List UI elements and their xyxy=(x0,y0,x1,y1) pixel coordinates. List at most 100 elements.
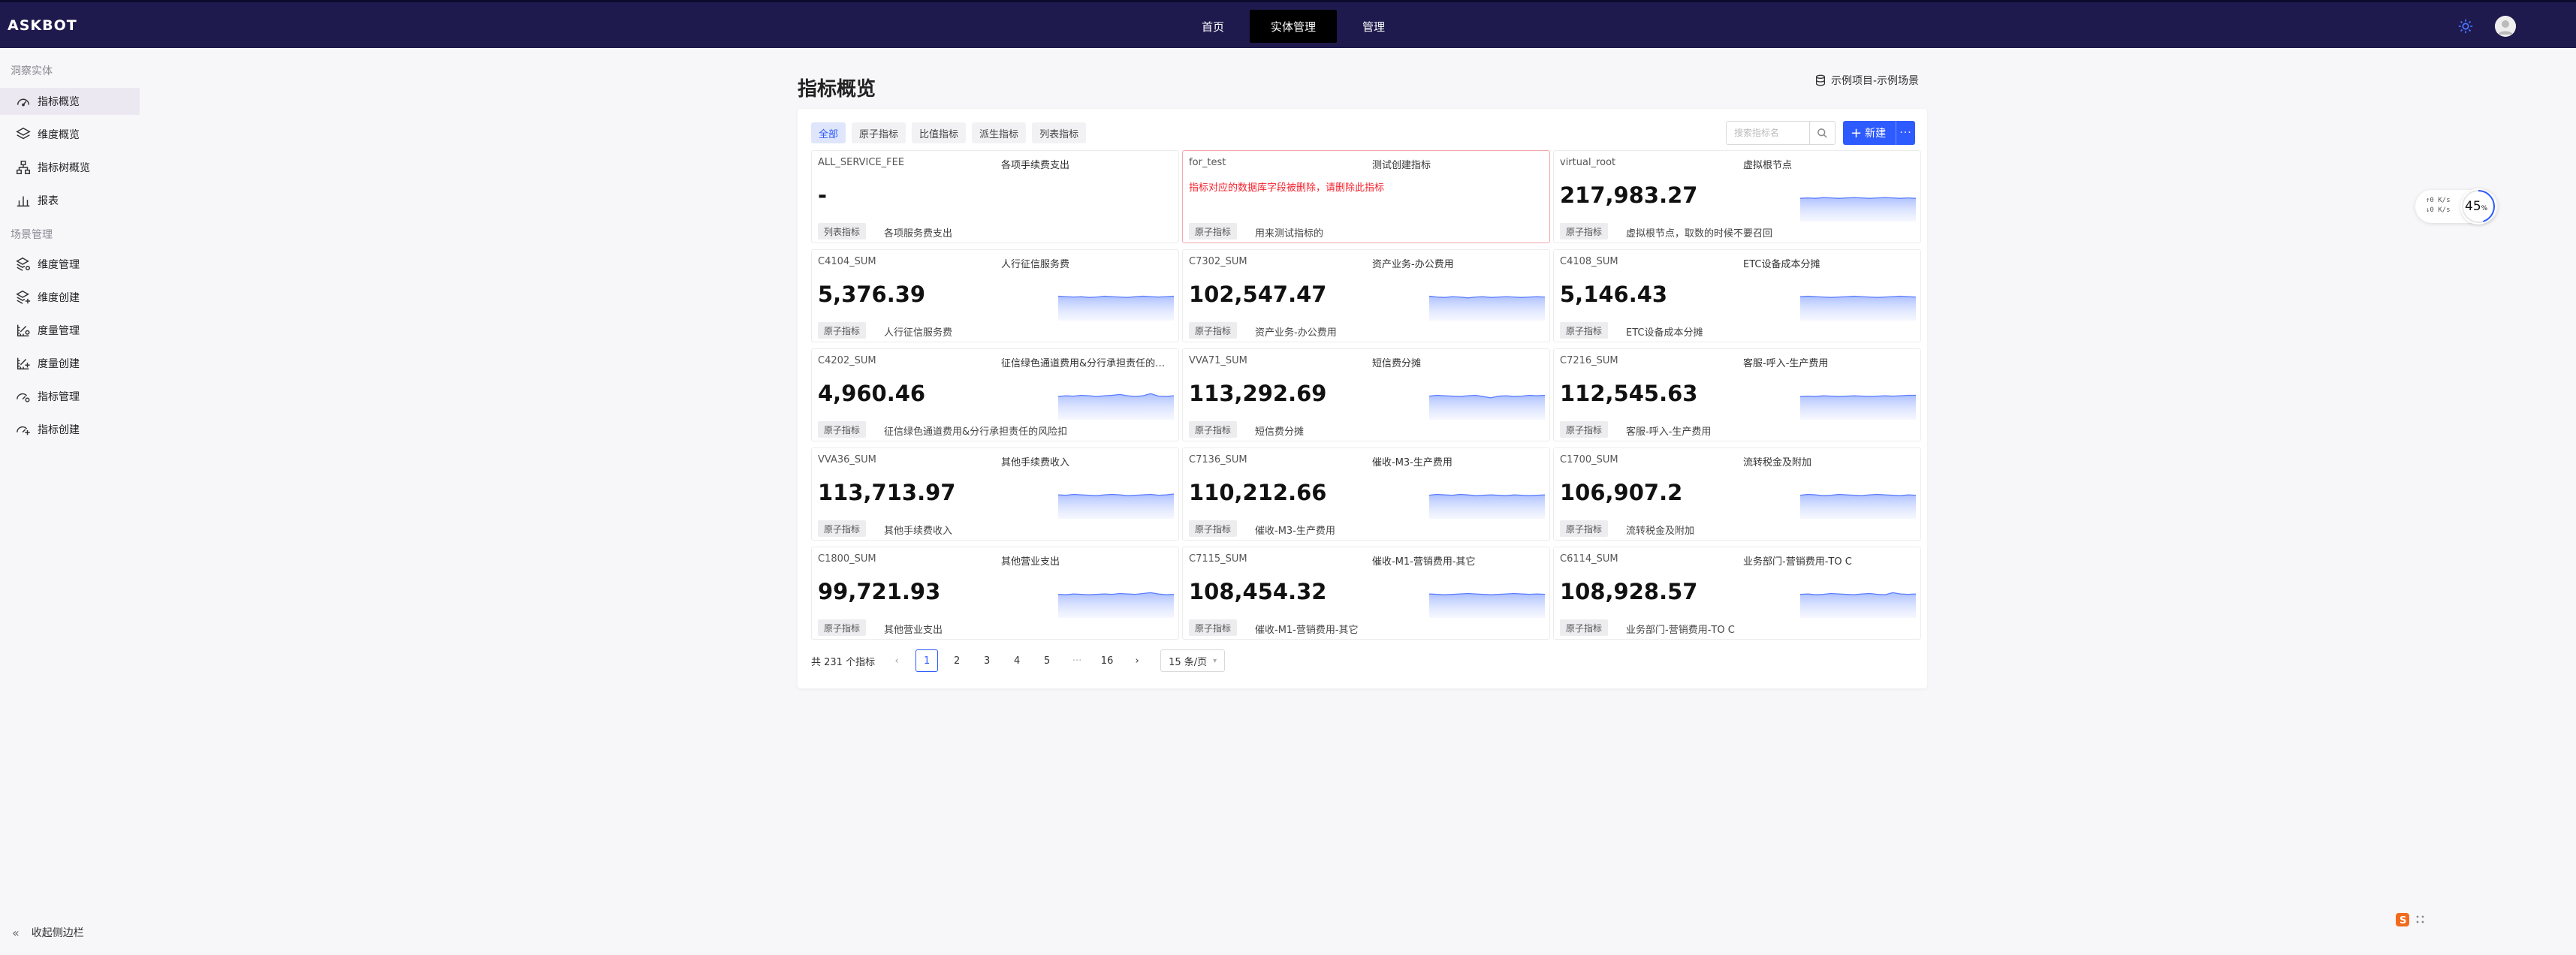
metric-card[interactable]: VVA36_SUM 其他手续费收入 113,713.97 原子指标 其他手续费收入 xyxy=(811,447,1179,541)
sidebar-item-dimension-create[interactable]: 维度创建 xyxy=(0,284,140,311)
sidebar-item-metric-overview[interactable]: 指标概览 xyxy=(0,88,140,115)
search-input[interactable] xyxy=(1727,122,1809,144)
grid-dots-icon[interactable] xyxy=(2415,914,2426,925)
metric-card[interactable]: C7136_SUM 催收-M3-生产费用 110,212.66 原子指标 催收-M3-生… xyxy=(1182,447,1550,541)
search-box xyxy=(1726,121,1835,145)
pagination-total: 共 231 个指标 xyxy=(811,656,876,668)
metric-error-message: 指标对应的数据库字段被删除，请删除此指标 xyxy=(1189,182,1385,194)
dashboard-icon xyxy=(17,98,30,107)
metric-code: C6114_SUM xyxy=(1560,553,1618,565)
metric-card[interactable]: C1700_SUM 流转税金及附加 106,907.2 原子指标 流转税金及附加 xyxy=(1553,447,1921,541)
sidebar-item-metric-create[interactable]: 指标创建 xyxy=(0,416,140,443)
sparkline-area xyxy=(1058,494,1174,519)
sidebar-item-measure-management[interactable]: 度量管理 xyxy=(0,317,140,344)
metric-card[interactable]: C7302_SUM 资产业务-办公费用 102,547.47 原子指标 资产业务-办公费… xyxy=(1182,249,1550,342)
page-1[interactable]: 1 xyxy=(915,649,939,672)
ruler-gear-icon xyxy=(17,324,30,337)
metric-name: 流转税金及附加 xyxy=(1743,457,1812,468)
sidebar-item-label: 维度概览 xyxy=(38,129,80,141)
page-ellipsis[interactable]: ··· xyxy=(1066,649,1088,672)
metric-type-tag: 原子指标 xyxy=(1560,223,1609,240)
metric-card[interactable]: C4104_SUM 人行征信服务费 5,376.39 原子指标 人行征信服务费 xyxy=(811,249,1179,342)
search-button[interactable] xyxy=(1809,122,1835,144)
database-icon xyxy=(1816,74,1825,86)
sidebar-item-metric-tree[interactable]: 指标树概览 xyxy=(0,154,140,181)
metric-name: 催收-M1-营销费用-其它 xyxy=(1372,556,1476,568)
metric-value: 113,292.69 xyxy=(1189,381,1327,406)
sidebar-item-dimension-overview[interactable]: 维度概览 xyxy=(0,121,140,148)
next-page-button[interactable]: › xyxy=(1126,649,1148,672)
metric-code: ALL_SERVICE_FEE xyxy=(818,157,905,168)
sparkline-area xyxy=(1429,395,1545,420)
pagination: 共 231 个指标 ‹ 1 2 3 4 5 ··· 16 › 15 条/页 ▾ xyxy=(811,649,1226,672)
page-3[interactable]: 3 xyxy=(976,649,998,672)
nav-entity-management[interactable]: 实体管理 xyxy=(1250,10,1338,43)
metric-name: 催收-M3-生产费用 xyxy=(1372,457,1452,468)
layers-icon xyxy=(16,127,31,140)
theme-toggle-icon[interactable] xyxy=(2457,18,2474,35)
metric-code: C4104_SUM xyxy=(818,256,876,267)
network-speed-widget[interactable]: ↑0 K/s ↓0 K/s 45% xyxy=(2415,188,2498,224)
metric-card[interactable]: C4202_SUM 征信绿色通道费用&分行承担责任的风险扣 4,960.46 原子指标… xyxy=(811,348,1179,441)
metric-sparkline xyxy=(1429,592,1545,618)
metric-description: 短信费分摊 xyxy=(1255,426,1305,438)
extension-s-icon[interactable]: S xyxy=(2396,913,2409,926)
metric-description: 其他营业支出 xyxy=(884,625,943,636)
sparkline-line xyxy=(1429,592,1545,595)
project-selector[interactable]: 示例项目-示例场景 xyxy=(1814,73,1919,88)
new-metric-button[interactable]: + 新建 ··· xyxy=(1843,121,1915,145)
metric-value: - xyxy=(818,182,828,208)
sidebar-item-dimension-management[interactable]: 维度管理 xyxy=(0,251,140,278)
metric-sparkline xyxy=(1058,493,1174,519)
page-5[interactable]: 5 xyxy=(1036,649,1058,672)
more-options-button[interactable]: ··· xyxy=(1896,121,1915,145)
metric-card[interactable]: C7115_SUM 催收-M1-营销费用-其它 108,454.32 原子指标 催收-M… xyxy=(1182,547,1550,640)
metric-card[interactable]: virtual_root 虚拟根节点 217,983.27 原子指标 虚拟根节点，取数的… xyxy=(1553,150,1921,243)
sidebar-item-measure-create[interactable]: 度量创建 xyxy=(0,350,140,377)
page-2[interactable]: 2 xyxy=(946,649,968,672)
metric-sparkline xyxy=(1800,493,1916,519)
page-size-select[interactable]: 15 条/页 ▾ xyxy=(1160,649,1226,672)
metric-type-tag: 原子指标 xyxy=(1189,421,1238,438)
double-chevron-left-icon: « xyxy=(12,925,20,940)
sidebar-item-report[interactable]: 报表 xyxy=(0,187,140,214)
metric-sparkline xyxy=(1058,393,1174,420)
metric-type-tag: 原子指标 xyxy=(1189,619,1238,636)
metric-card[interactable]: C1800_SUM 其他营业支出 99,721.93 原子指标 其他营业支出 xyxy=(811,547,1179,640)
metric-code: for_test xyxy=(1189,157,1226,168)
collapse-sidebar-button[interactable]: « 收起侧边栏 xyxy=(12,925,84,940)
tab-ratio[interactable]: 比值指标 xyxy=(912,122,967,143)
page-4[interactable]: 4 xyxy=(1006,649,1028,672)
metric-code: VVA71_SUM xyxy=(1189,355,1247,366)
prev-page-button[interactable]: ‹ xyxy=(885,649,908,672)
tab-atomic[interactable]: 原子指标 xyxy=(852,122,906,143)
metric-type-tag: 原子指标 xyxy=(1560,520,1609,537)
metric-name: 业务部门-营销费用-TO C xyxy=(1743,556,1852,568)
metric-value: 110,212.66 xyxy=(1189,480,1327,505)
bar-chart-icon xyxy=(17,196,30,207)
metric-card[interactable]: for_test 测试创建指标 指标对应的数据库字段被删除，请删除此指标 原子指标 用来… xyxy=(1182,150,1550,243)
tree-icon xyxy=(17,161,30,174)
metric-card[interactable]: C4108_SUM ETC设备成本分摊 5,146.43 原子指标 ETC设备成本分摊 xyxy=(1553,249,1921,342)
app-logo[interactable]: ASKBOT xyxy=(8,17,77,34)
metric-card[interactable]: ALL_SERVICE_FEE 各项手续费支出 - 列表指标 各项服务费支出 xyxy=(811,150,1179,243)
page-16[interactable]: 16 xyxy=(1096,649,1118,672)
metric-card[interactable]: VVA71_SUM 短信费分摊 113,292.69 原子指标 短信费分摊 xyxy=(1182,348,1550,441)
metric-description: 资产业务-办公费用 xyxy=(1255,327,1337,339)
nav-home[interactable]: 首页 xyxy=(1176,10,1250,43)
tab-all[interactable]: 全部 xyxy=(811,122,846,143)
metric-code: C1700_SUM xyxy=(1560,454,1618,465)
metric-card[interactable]: C7216_SUM 客服-呼入-生产费用 112,545.63 原子指标 客服-呼入-生… xyxy=(1553,348,1921,441)
tab-derived[interactable]: 派生指标 xyxy=(972,122,1027,143)
metric-code: C4202_SUM xyxy=(818,355,876,366)
tab-list[interactable]: 列表指标 xyxy=(1032,122,1087,143)
metric-name: 测试创建指标 xyxy=(1372,160,1431,171)
sidebar-item-metric-management[interactable]: 指标管理 xyxy=(0,383,140,410)
metric-card[interactable]: C6114_SUM 业务部门-营销费用-TO C 108,928.57 原子指标 业务部… xyxy=(1553,547,1921,640)
user-avatar[interactable] xyxy=(2495,16,2516,37)
metric-code: C1800_SUM xyxy=(818,553,876,565)
metric-sparkline xyxy=(1800,592,1916,618)
sparkline-area xyxy=(1058,296,1174,321)
gauge-plus-icon xyxy=(17,426,30,435)
nav-management[interactable]: 管理 xyxy=(1337,10,1410,43)
